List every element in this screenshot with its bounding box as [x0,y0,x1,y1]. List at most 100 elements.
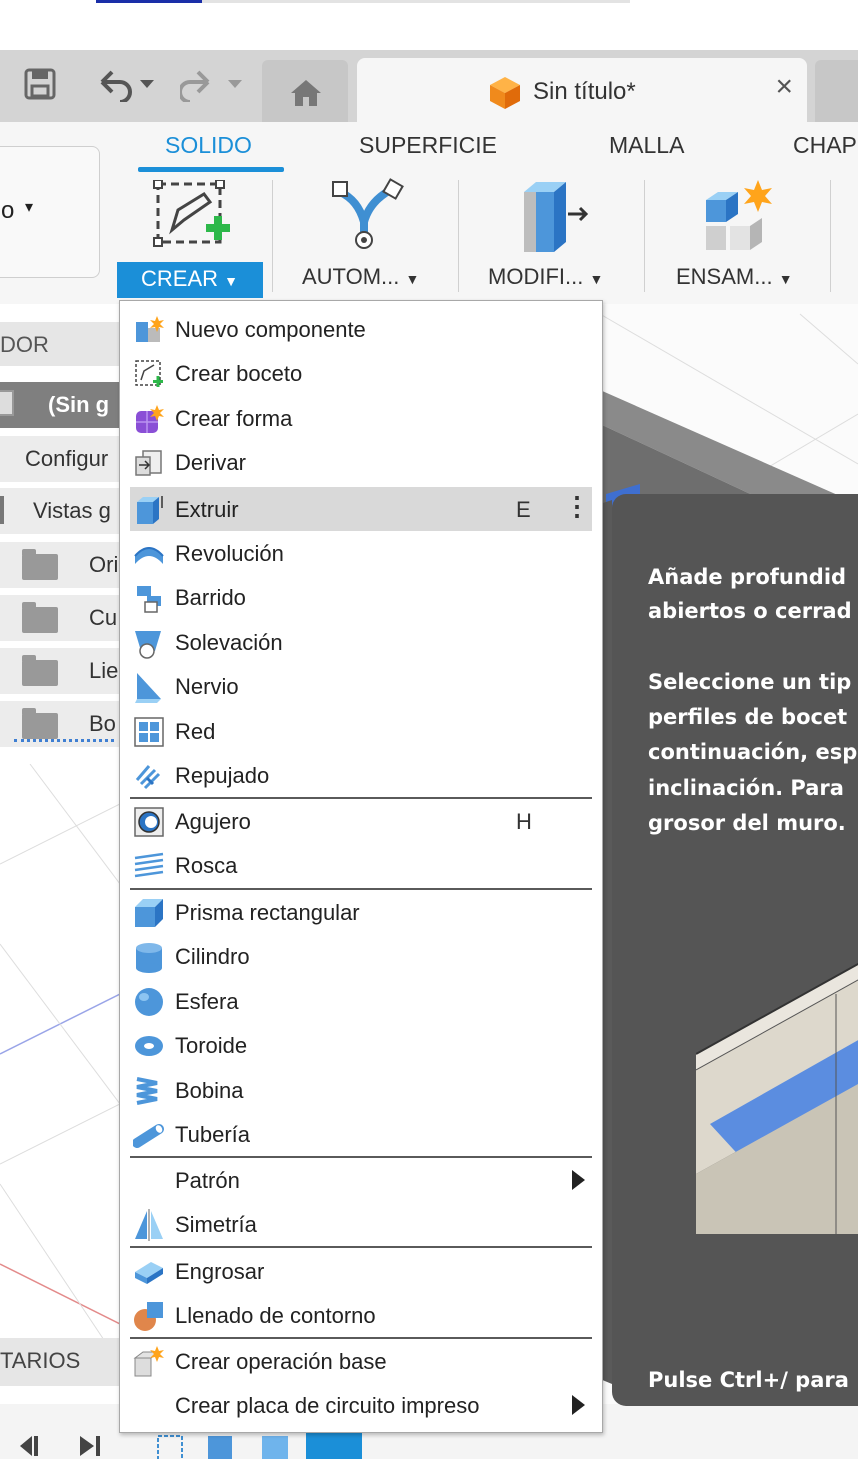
next-tab[interactable] [815,60,858,122]
menu-item-web[interactable]: Red [130,709,592,753]
menu-item-revolve[interactable]: Revolución [130,531,592,575]
timeline-features[interactable] [156,1432,366,1459]
autom-dropdown-button[interactable]: AUTOM... ▼ [302,264,419,290]
menu-item-hole[interactable]: Agujero H [130,799,592,843]
mirror-icon [133,1209,165,1241]
menu-item-create-sketch[interactable]: Crear boceto [130,351,592,395]
menu-item-rib[interactable]: Nervio [130,664,592,708]
menu-item-shortcut: H [516,809,532,835]
tooltip-footer: Pulse Ctrl+/ para [648,1368,849,1392]
menu-item-pattern[interactable]: Patrón [130,1158,592,1202]
home-icon [289,78,323,108]
menu-item-label: Crear boceto [175,361,302,387]
menu-item-thread[interactable]: Rosca [130,843,592,887]
browser-row-links[interactable]: Lie [0,648,120,694]
menu-item-pcb[interactable]: Crear placa de circuito impreso [130,1383,592,1427]
save-icon[interactable] [22,66,58,102]
comments-label: TARIOS [0,1348,80,1374]
menu-item-emboss[interactable]: Repujado [130,753,592,797]
menu-item-cylinder[interactable]: Cilindro [130,934,592,978]
document-tab[interactable]: Sin título* × [357,58,807,122]
menu-item-label: Simetría [175,1212,257,1238]
more-options-icon[interactable]: ⋮ [564,493,590,519]
workspace-selector[interactable]: o ▾ [0,146,100,278]
separator [458,180,459,292]
tooltip-line: abiertos o cerrad [648,594,852,630]
menu-item-label: Crear forma [175,406,292,432]
menu-item-label: Esfera [175,989,239,1015]
extrude-tooltip: Añade profundid abiertos o cerrad Selecc… [612,494,858,1406]
menu-item-label: Crear operación base [175,1349,387,1375]
loft-icon [133,627,165,659]
assemble-dropdown-button[interactable]: ENSAM... ▼ [676,264,793,290]
sketch-underline [14,739,114,743]
tooltip-illustration [696,934,858,1234]
menu-item-torus[interactable]: Toroide [130,1023,592,1067]
menu-item-pipe[interactable]: Tubería [130,1112,592,1156]
home-tab[interactable] [262,60,348,122]
tab-malla[interactable]: MALLA [609,132,684,159]
crear-dropdown-button[interactable]: CREAR ▼ [117,262,263,298]
browser-row-label: Bo [89,711,116,737]
modify-dropdown-button[interactable]: MODIFI... ▼ [488,264,603,290]
browser-row-origin[interactable]: Ori [0,542,120,588]
browser-row-configuration[interactable]: Configur [0,436,120,482]
tab-chapa[interactable]: CHAP [793,132,857,159]
crear-dropdown-menu: Nuevo componente Crear boceto Crear form… [119,300,603,1433]
menu-item-label: Llenado de contorno [175,1303,376,1329]
close-tab-icon[interactable]: × [775,72,793,102]
viewport-grid-left [0,764,120,1384]
menu-item-create-form[interactable]: Crear forma [130,396,592,440]
web-icon [133,716,165,748]
cylinder-icon [133,941,165,973]
menu-item-base-feature[interactable]: Crear operación base [130,1339,592,1383]
component-icon [0,390,14,416]
menu-item-sweep[interactable]: Barrido [130,575,592,619]
skip-end-icon[interactable] [78,1434,108,1458]
top-strip [0,0,858,50]
autom-label: AUTOM... [302,264,399,289]
undo-icon [94,66,158,102]
browser-header[interactable]: DOR [0,322,120,366]
play-icon[interactable] [18,1434,48,1458]
menu-item-label: Revolución [175,541,284,567]
menu-item-thicken[interactable]: Engrosar [130,1249,592,1293]
menu-item-new-component[interactable]: Nuevo componente [130,307,592,351]
comments-panel[interactable]: TARIOS [0,1338,120,1386]
redo-button[interactable] [180,66,246,102]
undo-button[interactable] [94,66,158,102]
new-component-icon [133,314,165,346]
thread-icon [133,850,165,882]
tab-solido[interactable]: SOLIDO [165,132,252,159]
menu-item-loft[interactable]: Solevación [130,620,592,664]
modify-tool-icon[interactable] [514,178,590,254]
menu-item-extrude[interactable]: Extruir E ⋮ [130,487,592,531]
chevron-down-icon: ▼ [406,271,420,287]
menu-item-label: Barrido [175,585,246,611]
document-cube-icon [487,75,523,111]
separator [272,180,273,292]
tooltip-line: perfiles de bocet [648,700,847,736]
assemble-tool-icon[interactable] [700,178,776,254]
menu-item-label: Nuevo componente [175,317,366,343]
menu-item-sphere[interactable]: Esfera [130,979,592,1023]
menu-item-box[interactable]: Prisma rectangular [130,890,592,934]
menu-item-mirror[interactable]: Simetría [130,1202,592,1246]
browser-root-label: (Sin g [48,392,109,418]
automate-tool-icon[interactable] [328,178,404,252]
browser-row-bodies[interactable]: Cu [0,595,120,641]
menu-item-label: Rosca [175,853,237,879]
browser-row-named-views[interactable]: Vistas g [0,488,120,534]
menu-item-label: Extruir [175,497,239,523]
menu-item-coil[interactable]: Bobina [130,1068,592,1112]
browser-root-item[interactable]: (Sin g [0,382,120,428]
tab-superficie[interactable]: SUPERFICIE [359,132,497,159]
browser-row-sketches[interactable]: Bo [0,701,120,747]
menu-item-boundary-fill[interactable]: Llenado de contorno [130,1293,592,1337]
base-feature-icon [133,1346,165,1378]
submenu-arrow-icon [572,1395,585,1415]
menu-item-derive[interactable]: Derivar [130,440,592,484]
folder-icon [22,713,58,739]
create-sketch-tool-icon[interactable] [152,180,232,252]
menu-item-label: Derivar [175,450,246,476]
